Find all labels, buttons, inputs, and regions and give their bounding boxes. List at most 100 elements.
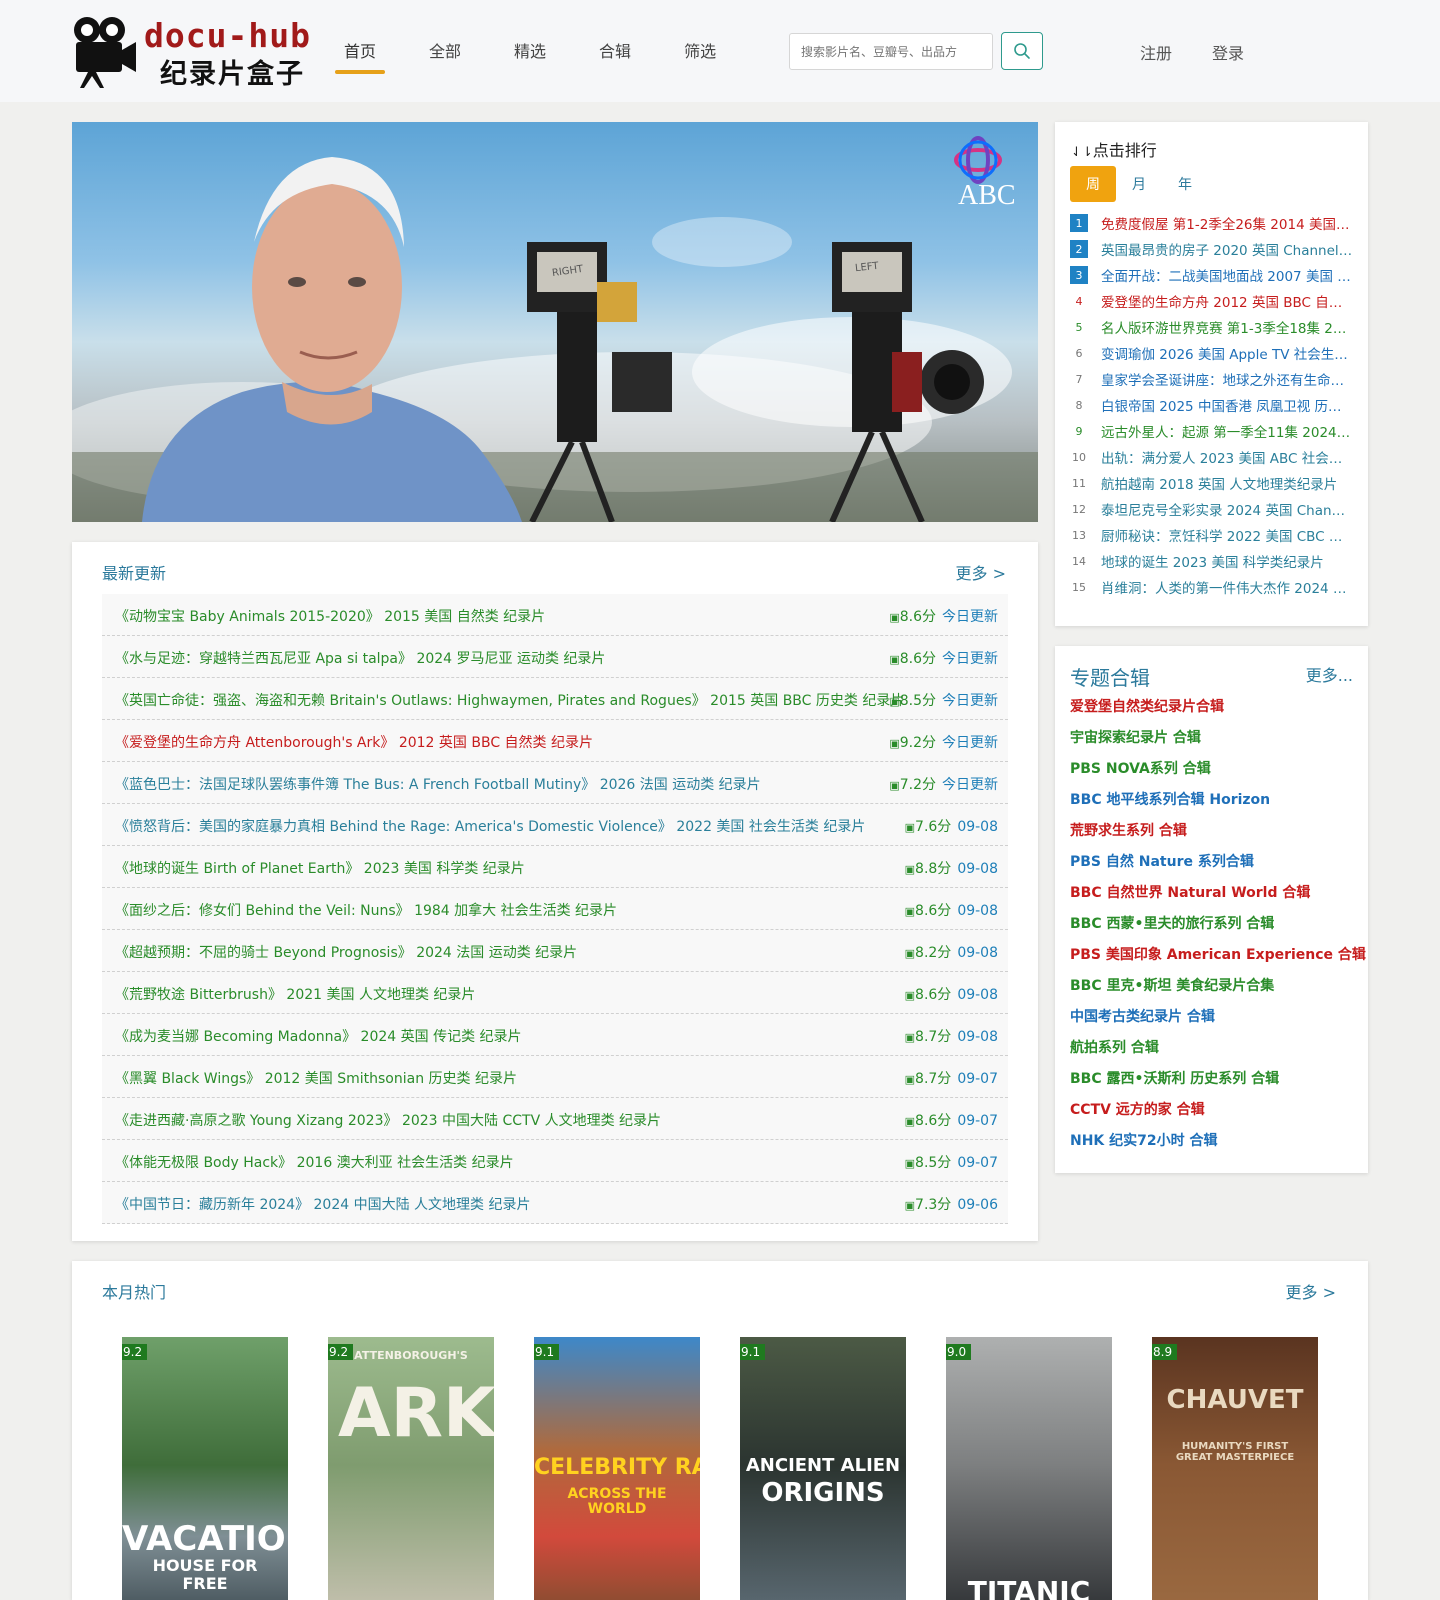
poster-card[interactable]: 9.2 ATTENBOROUGH'S ARK xyxy=(328,1337,494,1600)
update-title[interactable]: 《蓝色巴士：法国足球队罢练事件簿 The Bus: A French Footb… xyxy=(115,774,761,794)
rank-title[interactable]: 英国最昂贵的房子 2020 英国 Channel 4 人文地理类 xyxy=(1101,239,1353,259)
nav-home[interactable]: 首页 xyxy=(335,32,386,74)
rank-title[interactable]: 变调瑜伽 2026 美国 Apple TV 社会生活类 xyxy=(1101,343,1353,363)
ranking-item[interactable]: 13 厨师秘诀：烹饪科学 2022 美国 CBC 科学类 xyxy=(1070,522,1353,548)
ranking-item[interactable]: 4 爱登堡的生命方舟 2012 英国 BBC 自然类 xyxy=(1070,288,1354,314)
rank-title[interactable]: 泰坦尼克号全彩实录 2024 英国 Channel 5 xyxy=(1101,499,1353,519)
update-title[interactable]: 《超越预期：不屈的骑士 Beyond Prognosis》 2024 法国 运动… xyxy=(115,942,577,962)
update-title[interactable]: 《黑翼 Black Wings》 2012 美国 Smithsonian 历史类… xyxy=(115,1068,517,1088)
collection-link[interactable]: CCTV 远方的家 合辑 xyxy=(1070,1097,1360,1128)
poster-card[interactable]: 9.1 ANCIENT ALIEN ORIGINS xyxy=(740,1337,906,1600)
ranking-item[interactable]: 3 全面开战：二战美国地面战 2007 美国 历史类 xyxy=(1070,262,1353,288)
collection-link[interactable]: NHK 纪实72小时 合辑 xyxy=(1070,1128,1360,1159)
rank-title[interactable]: 全面开战：二战美国地面战 2007 美国 历史类 xyxy=(1101,265,1353,285)
update-row[interactable]: 《水与足迹：穿越特兰西瓦尼亚 Apa si talpa》 2024 罗马尼亚 运… xyxy=(102,636,1008,678)
update-row[interactable]: 《面纱之后：修女们 Behind the Veil: Nuns》 1984 加拿… xyxy=(102,888,1008,930)
collections-more-link[interactable]: 更多... xyxy=(1306,662,1353,686)
rank-title[interactable]: 航拍越南 2018 英国 人文地理类纪录片 xyxy=(1101,473,1353,493)
tab-month[interactable]: 月 xyxy=(1116,166,1162,202)
update-title[interactable]: 《面纱之后：修女们 Behind the Veil: Nuns》 1984 加拿… xyxy=(115,900,617,920)
collection-link[interactable]: BBC 西蒙•里夫的旅行系列 合辑 xyxy=(1070,911,1360,942)
tab-year[interactable]: 年 xyxy=(1162,166,1208,202)
register-link[interactable]: 注册 xyxy=(1140,40,1172,64)
update-date: 09-07 xyxy=(957,1155,998,1171)
update-row[interactable]: 《中国节日：藏历新年 2024》 2024 中国大陆 人文地理类 纪录片 ▣7.3… xyxy=(102,1182,1008,1224)
update-title[interactable]: 《体能无极限 Body Hack》 2016 澳大利亚 社会生活类 纪录片 xyxy=(115,1152,514,1172)
update-title[interactable]: 《动物宝宝 Baby Animals 2015-2020》 2015 美国 自然… xyxy=(115,606,545,626)
nav-filter[interactable]: 筛选 xyxy=(675,32,725,74)
nav-all[interactable]: 全部 xyxy=(420,32,470,74)
update-title[interactable]: 《中国节日：藏历新年 2024》 2024 中国大陆 人文地理类 纪录片 xyxy=(115,1194,531,1214)
collection-link[interactable]: PBS 美国印象 American Experience 合辑 xyxy=(1070,942,1366,973)
update-title[interactable]: 《走进西藏·高原之歌 Young Xizang 2023》 2023 中国大陆 … xyxy=(115,1110,661,1130)
ranking-item[interactable]: 10 出轨：满分爱人 2023 美国 ABC 社会生活类 xyxy=(1070,444,1353,470)
update-row[interactable]: 《黑翼 Black Wings》 2012 美国 Smithsonian 历史类… xyxy=(102,1056,1008,1098)
poster-card[interactable]: 9.2 VACATIONHOUSE FOR FREE xyxy=(122,1337,288,1600)
update-title[interactable]: 《水与足迹：穿越特兰西瓦尼亚 Apa si talpa》 2024 罗马尼亚 运… xyxy=(115,648,605,668)
update-row[interactable]: 《英国亡命徒：强盗、海盗和无赖 Britain's Outlaws: Highw… xyxy=(102,678,1008,720)
tab-week[interactable]: 周 xyxy=(1070,166,1116,202)
ranking-item[interactable]: 7 皇家学会圣诞讲座：地球之外还有生命吗 2024 英国 xyxy=(1070,366,1354,392)
rank-title[interactable]: 肖维洞：人类的第一件伟大杰作 2024 法国 xyxy=(1101,577,1353,597)
update-row[interactable]: 《成为麦当娜 Becoming Madonna》 2024 英国 传记类 纪录片… xyxy=(102,1014,1008,1056)
rank-title[interactable]: 皇家学会圣诞讲座：地球之外还有生命吗 2024 英国 xyxy=(1101,369,1353,389)
ranking-item[interactable]: 11 航拍越南 2018 英国 人文地理类纪录片 xyxy=(1070,470,1353,496)
collection-link[interactable]: 中国考古类纪录片 合辑 xyxy=(1070,1004,1360,1035)
search-input[interactable] xyxy=(789,33,993,70)
ranking-panel: ⇃⇂点击排行 周 月 年 1 免费度假屋 第1-2季全26集 2014 美国 Na… xyxy=(1055,122,1368,626)
update-title[interactable]: 《地球的诞生 Birth of Planet Earth》 2023 美国 科学… xyxy=(115,858,525,878)
ranking-item[interactable]: 9 远古外星人：起源 第一季全11集 2024 美国 xyxy=(1070,418,1354,444)
ranking-item[interactable]: 15 肖维洞：人类的第一件伟大杰作 2024 法国 xyxy=(1070,574,1353,600)
rank-title[interactable]: 地球的诞生 2023 美国 科学类纪录片 xyxy=(1101,551,1353,571)
monthly-hot-more-link[interactable]: 更多 > xyxy=(1286,1279,1337,1303)
update-row[interactable]: 《荒野牧途 Bitterbrush》 2021 美国 人文地理类 纪录片 ▣8.6… xyxy=(102,972,1008,1014)
update-title[interactable]: 《成为麦当娜 Becoming Madonna》 2024 英国 传记类 纪录片 xyxy=(115,1026,522,1046)
update-row[interactable]: 《走进西藏·高原之歌 Young Xizang 2023》 2023 中国大陆 … xyxy=(102,1098,1008,1140)
collection-link[interactable]: 荒野求生系列 合辑 xyxy=(1070,818,1360,849)
collection-link[interactable]: BBC 地平线系列合辑 Horizon xyxy=(1070,787,1360,818)
rank-title[interactable]: 白银帝国 2025 中国香港 凤凰卫视 历史类 xyxy=(1101,395,1353,415)
poster-card[interactable]: 8.9 CHAUVET HUMANITY'S FIRST GREAT MASTERP… xyxy=(1152,1337,1318,1600)
collection-link[interactable]: PBS NOVA系列 合辑 xyxy=(1070,756,1360,787)
update-title[interactable]: 《荒野牧途 Bitterbrush》 2021 美国 人文地理类 纪录片 xyxy=(115,984,475,1004)
collection-link[interactable]: 宇宙探索纪录片 合辑 xyxy=(1070,725,1360,756)
rank-title[interactable]: 远古外星人：起源 第一季全11集 2024 美国 xyxy=(1101,421,1353,441)
poster-card[interactable]: 9.1 CELEBRITY RACE ACROSS THE WORLD xyxy=(534,1337,700,1600)
update-title[interactable]: 《爱登堡的生命方舟 Attenborough's Ark》 2012 英国 BB… xyxy=(115,732,593,752)
update-row[interactable]: 《体能无极限 Body Hack》 2016 澳大利亚 社会生活类 纪录片 ▣8.… xyxy=(102,1140,1008,1182)
collection-link[interactable]: PBS 自然 Nature 系列合辑 xyxy=(1070,849,1360,880)
update-title[interactable]: 《英国亡命徒：强盗、海盗和无赖 Britain's Outlaws: Highw… xyxy=(115,690,904,710)
collection-link[interactable]: 爱登堡自然类纪录片合辑 xyxy=(1070,694,1360,725)
collection-link[interactable]: BBC 里克•斯坦 美食纪录片合集 xyxy=(1070,973,1360,1004)
rank-title[interactable]: 爱登堡的生命方舟 2012 英国 BBC 自然类 xyxy=(1101,291,1353,311)
ranking-item[interactable]: 14 地球的诞生 2023 美国 科学类纪录片 xyxy=(1070,548,1353,574)
rank-title[interactable]: 出轨：满分爱人 2023 美国 ABC 社会生活类 xyxy=(1101,447,1353,467)
poster-card[interactable]: 9.0TITANICIN COLOUR xyxy=(946,1337,1112,1600)
ranking-item[interactable]: 6 变调瑜伽 2026 美国 Apple TV 社会生活类 xyxy=(1070,340,1354,366)
hero-banner[interactable]: ABC RIGHT LEFT xyxy=(72,122,1038,522)
update-row[interactable]: 《愤怒背后：美国的家庭暴力真相 Behind the Rage: America… xyxy=(102,804,1008,846)
nav-collections[interactable]: 合辑 xyxy=(590,32,640,74)
update-row[interactable]: 《地球的诞生 Birth of Planet Earth》 2023 美国 科学… xyxy=(102,846,1008,888)
site-logo[interactable]: docu-hub 纪录片盒子 xyxy=(70,14,325,90)
ranking-item[interactable]: 2 英国最昂贵的房子 2020 英国 Channel 4 人文地理类 xyxy=(1070,236,1353,262)
ranking-item[interactable]: 5 名人版环游世界竞赛 第1-3季全18集 2022 英国 xyxy=(1070,314,1354,340)
collection-link[interactable]: 航拍系列 合辑 xyxy=(1070,1035,1360,1066)
ranking-item[interactable]: 8 白银帝国 2025 中国香港 凤凰卫视 历史类 xyxy=(1070,392,1354,418)
login-link[interactable]: 登录 xyxy=(1212,40,1244,64)
update-row[interactable]: 《蓝色巴士：法国足球队罢练事件簿 The Bus: A French Footb… xyxy=(102,762,1008,804)
ranking-item[interactable]: 12 泰坦尼克号全彩实录 2024 英国 Channel 5 xyxy=(1070,496,1353,522)
update-title[interactable]: 《愤怒背后：美国的家庭暴力真相 Behind the Rage: America… xyxy=(115,816,865,836)
update-row[interactable]: 《爱登堡的生命方舟 Attenborough's Ark》 2012 英国 BB… xyxy=(102,720,1008,762)
latest-more-link[interactable]: 更多 > xyxy=(956,560,1007,584)
search-button[interactable] xyxy=(1001,32,1043,70)
rank-title[interactable]: 免费度假屋 第1-2季全26集 2014 美国 Nat Geo 人文地理类 xyxy=(1101,213,1353,233)
nav-featured[interactable]: 精选 xyxy=(505,32,555,74)
collection-link[interactable]: BBC 露西•沃斯利 历史系列 合辑 xyxy=(1070,1066,1360,1097)
update-row[interactable]: 《超越预期：不屈的骑士 Beyond Prognosis》 2024 法国 运动… xyxy=(102,930,1008,972)
update-row[interactable]: 《动物宝宝 Baby Animals 2015-2020》 2015 美国 自然… xyxy=(102,594,1008,636)
collection-link[interactable]: BBC 自然世界 Natural World 合辑 xyxy=(1070,880,1360,911)
ranking-item[interactable]: 1 免费度假屋 第1-2季全26集 2014 美国 Nat Geo 人文地理类 xyxy=(1070,210,1353,236)
rank-title[interactable]: 名人版环游世界竞赛 第1-3季全18集 2022 英国 xyxy=(1101,317,1353,337)
rank-title[interactable]: 厨师秘诀：烹饪科学 2022 美国 CBC 科学类 xyxy=(1101,525,1353,545)
